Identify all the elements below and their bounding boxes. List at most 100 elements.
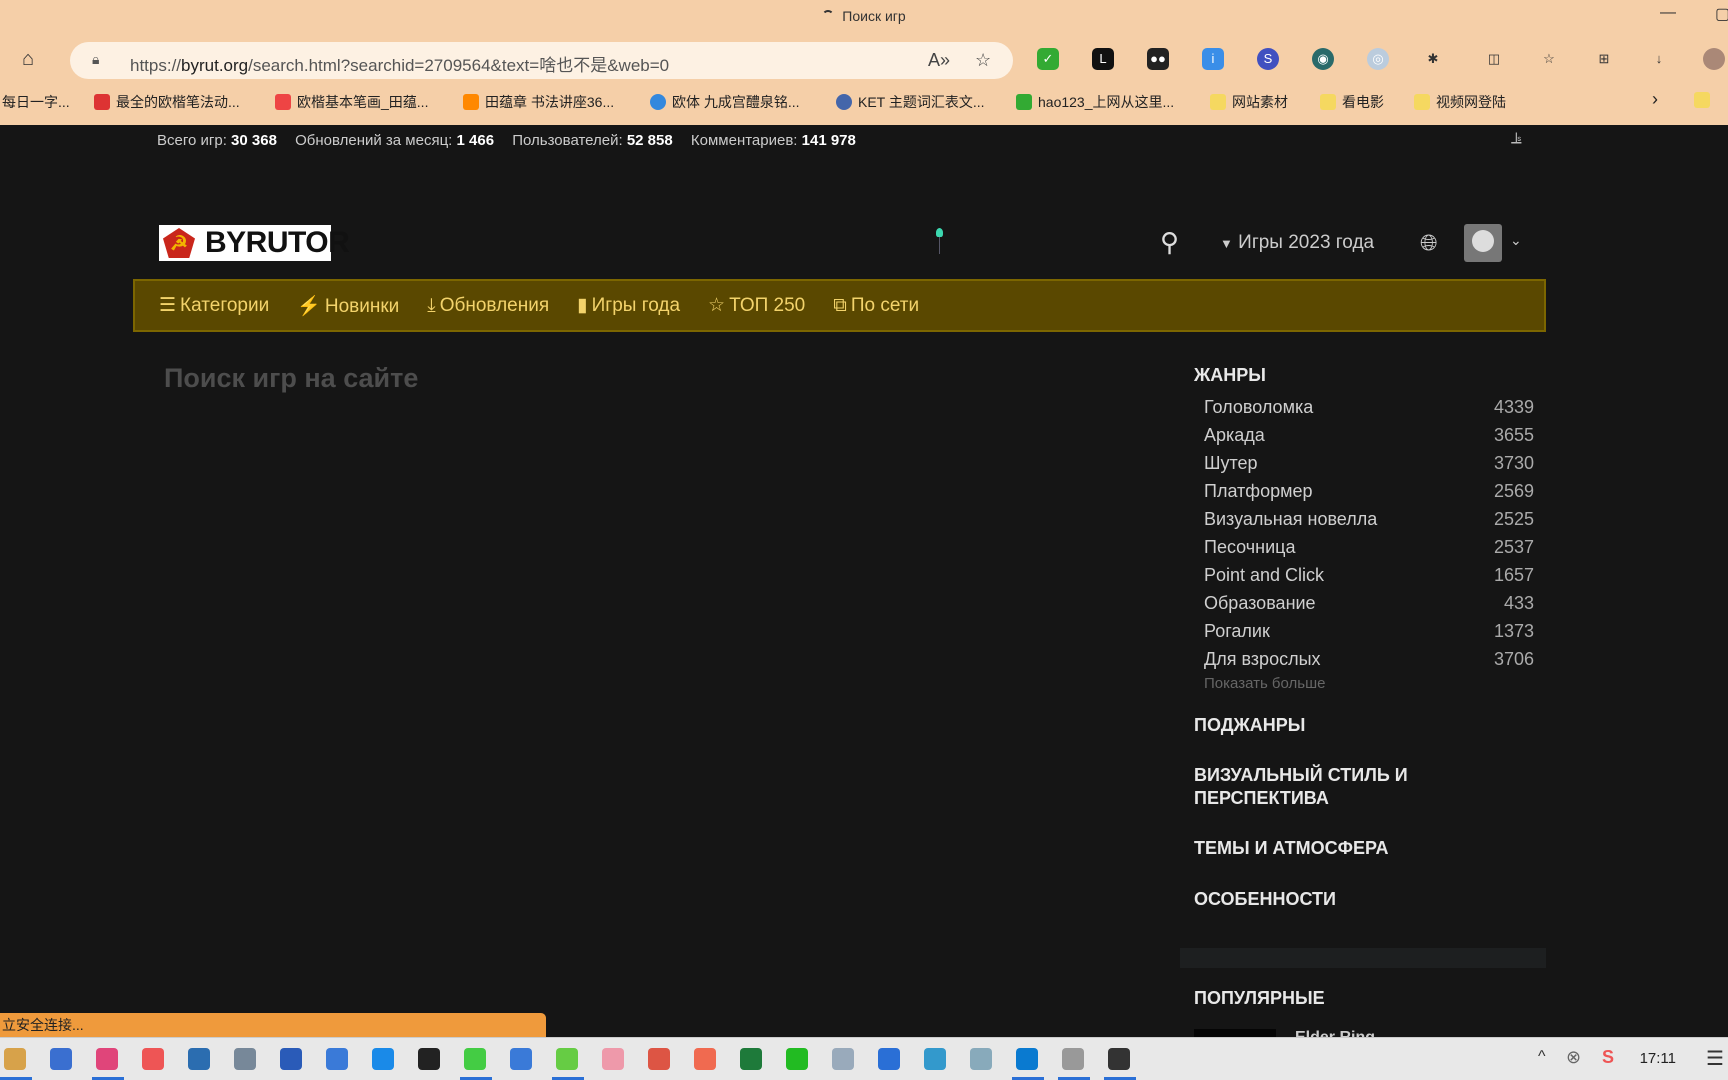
genre-item[interactable]: Образование 433: [1194, 589, 1534, 617]
read-aloud-icon[interactable]: A»: [928, 50, 950, 71]
address-bar[interactable]: 🔒︎ https://byrut.org/search.html?searchi…: [70, 42, 1013, 79]
taskbar-app-icon[interactable]: [418, 1048, 440, 1070]
taskbar-app-icon[interactable]: [464, 1048, 486, 1070]
taskbar-app-icon[interactable]: [1062, 1048, 1084, 1070]
genre-item[interactable]: Point and Click 1657: [1194, 561, 1534, 589]
extension-shield-icon[interactable]: ✓: [1037, 48, 1059, 70]
bookmark[interactable]: 田蕴章 书法讲座36...: [463, 92, 614, 112]
taskbar-app-icon[interactable]: [96, 1048, 118, 1070]
collections-icon[interactable]: ⊞: [1593, 48, 1615, 70]
taskbar-app-icon[interactable]: [924, 1048, 946, 1070]
stats-chart-icon[interactable]: ⫡: [1511, 130, 1522, 148]
taskbar-app-icon[interactable]: [832, 1048, 854, 1070]
taskbar-app-icon[interactable]: [510, 1048, 532, 1070]
nav-games-of-year[interactable]: ▮ Игры года: [577, 294, 680, 317]
bookmark[interactable]: hao123_上网从这里...: [1016, 92, 1174, 112]
bookmark-folder[interactable]: [1694, 92, 1716, 108]
nav-categories[interactable]: ☰ Категории: [159, 294, 269, 317]
genres-heading[interactable]: ЖАНРЫ: [1194, 364, 1534, 387]
bookmark[interactable]: 每日一字...: [2, 92, 70, 112]
sogou-icon[interactable]: S: [1602, 1047, 1614, 1068]
show-more-link[interactable]: Показать больше: [1194, 675, 1534, 692]
bookmark[interactable]: KET 主题词汇表文...: [836, 92, 985, 112]
genre-item[interactable]: Головоломка 4339: [1194, 393, 1534, 421]
chevron-right-icon[interactable]: ›: [1652, 89, 1658, 110]
taskbar-app-icon[interactable]: [1108, 1048, 1130, 1070]
genre-count: 433: [1503, 593, 1534, 613]
taskbar-app-icon[interactable]: [740, 1048, 762, 1070]
taskbar-app-icon[interactable]: [970, 1048, 992, 1070]
extension-mask-icon[interactable]: ●●: [1147, 48, 1169, 70]
site-logo[interactable]: BYRUTOR: [159, 225, 350, 261]
genre-item[interactable]: Аркада 3655: [1194, 421, 1534, 449]
favorite-add-icon[interactable]: ☆: [975, 50, 991, 71]
genre-item[interactable]: Платформер 2569: [1194, 477, 1534, 505]
taskbar-app-icon[interactable]: [372, 1048, 394, 1070]
taskbar-app-icon[interactable]: [280, 1048, 302, 1070]
clock[interactable]: 17:11: [1640, 1050, 1676, 1067]
user-avatar[interactable]: [1464, 224, 1502, 262]
bookmark-folder[interactable]: 网站素材: [1210, 92, 1288, 112]
globe-icon[interactable]: 🌐︎: [1420, 230, 1438, 256]
split-screen-icon[interactable]: ◫: [1483, 48, 1505, 70]
lock-icon[interactable]: 🔒︎: [92, 51, 99, 68]
bookmark-folder[interactable]: 看电影: [1320, 92, 1384, 112]
year-games-dropdown[interactable]: ▼ Игры 2023 года: [1220, 232, 1374, 254]
favorites-icon[interactable]: ☆: [1538, 48, 1560, 70]
nav-online[interactable]: ⧉ По сети: [833, 295, 919, 317]
taskbar-app-icon[interactable]: [142, 1048, 164, 1070]
extension-person-icon[interactable]: i: [1202, 48, 1224, 70]
bookmark[interactable]: 欧楷基本笔画_田蕴...: [275, 92, 428, 112]
features-heading[interactable]: ОСОБЕННОСТИ: [1194, 888, 1534, 911]
taskbar-app-icon[interactable]: [602, 1048, 624, 1070]
extension-guard-icon[interactable]: ◎: [1367, 48, 1389, 70]
genre-count: 2525: [1493, 509, 1534, 529]
nav-updates[interactable]: ⤓ Обновления: [427, 295, 549, 317]
bookmark[interactable]: 最全的欧楷笔法动...: [94, 92, 240, 112]
genre-item[interactable]: Для взрослых 3706: [1194, 645, 1534, 673]
themes-heading[interactable]: ТЕМЫ И АТМОСФЕРА: [1194, 837, 1534, 860]
taskbar-app-icon[interactable]: [648, 1048, 670, 1070]
home-icon[interactable]: ⌂: [22, 48, 34, 71]
taskbar: ^ ⊗ S 17:11 ☰: [0, 1037, 1728, 1080]
notifications-icon[interactable]: ☰: [1706, 1046, 1724, 1071]
taskbar-app-icon[interactable]: [50, 1048, 72, 1070]
bookmark[interactable]: 欧体 九成宫醴泉铭...: [650, 92, 800, 112]
popular-game-title[interactable]: Elder Ring: [1295, 1029, 1375, 1037]
maximize-button[interactable]: ▢: [1715, 4, 1728, 24]
close-circle-icon[interactable]: ⊗: [1566, 1047, 1581, 1068]
nav-new[interactable]: ⚡ Новинки: [297, 294, 399, 318]
genre-item[interactable]: Песочница 2537: [1194, 533, 1534, 561]
visual-style-heading[interactable]: ВИЗУАЛЬНЫЙ СТИЛЬ И ПЕРСПЕКТИВА: [1194, 764, 1424, 810]
genre-item[interactable]: Рогалик 1373: [1194, 617, 1534, 645]
genre-count: 4339: [1493, 397, 1534, 417]
taskbar-app-icon[interactable]: [1016, 1048, 1038, 1070]
nav-top-250[interactable]: ☆ ТОП 250: [708, 294, 805, 317]
url-text[interactable]: https://byrut.org/search.html?searchid=2…: [130, 51, 669, 76]
taskbar-app-icon[interactable]: [234, 1048, 256, 1070]
taskbar-app-icon[interactable]: [4, 1048, 26, 1070]
genre-item[interactable]: Шутер 3730: [1194, 449, 1534, 477]
taskbar-app-icon[interactable]: [326, 1048, 348, 1070]
taskbar-app-icon[interactable]: [188, 1048, 210, 1070]
extension-spy-icon[interactable]: ◉: [1312, 48, 1334, 70]
taskbar-app-icon[interactable]: [694, 1048, 716, 1070]
taskbar-app-icon[interactable]: [556, 1048, 578, 1070]
genre-name: Песочница: [1204, 537, 1296, 557]
genre-item[interactable]: Визуальная новелла 2525: [1194, 505, 1534, 533]
extension-s-icon[interactable]: S: [1257, 48, 1279, 70]
bookmark-folder[interactable]: 视频网登陆: [1414, 92, 1506, 112]
chevron-down-icon[interactable]: ⌄: [1510, 232, 1522, 249]
profile-avatar[interactable]: [1703, 48, 1725, 70]
downloads-icon[interactable]: ↓: [1648, 48, 1670, 70]
subgenres-heading[interactable]: ПОДЖАНРЫ: [1194, 714, 1534, 737]
extension-l-icon[interactable]: L: [1092, 48, 1114, 70]
search-icon[interactable]: ⚲: [1160, 227, 1179, 258]
chevron-up-icon[interactable]: ^: [1538, 1048, 1546, 1066]
genre-name: Для взрослых: [1204, 649, 1321, 669]
minimize-button[interactable]: —: [1660, 4, 1676, 22]
extensions-puzzle-icon[interactable]: ✱: [1422, 48, 1444, 70]
taskbar-app-icon[interactable]: [878, 1048, 900, 1070]
network-icon: ⧉: [833, 294, 847, 316]
taskbar-app-icon[interactable]: [786, 1048, 808, 1070]
